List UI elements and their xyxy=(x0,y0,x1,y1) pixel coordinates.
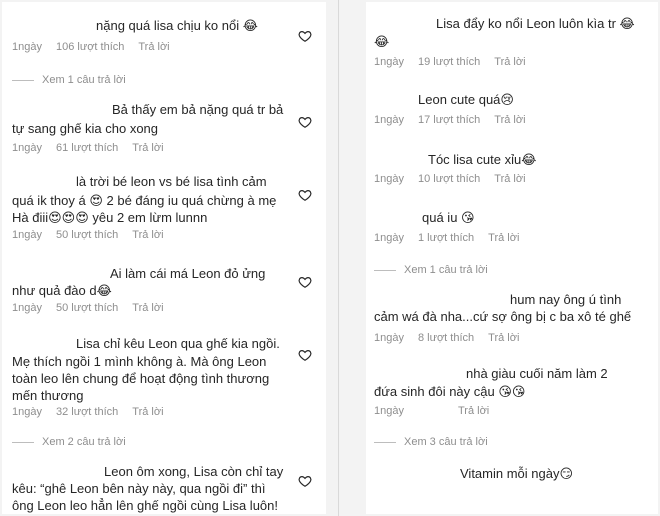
comment-meta: 1ngày 1 lượt thích Trả lời xyxy=(374,232,533,244)
comment-meta: 1ngày 106 lượt thích Trả lời xyxy=(12,41,184,53)
comment-time: 1ngày xyxy=(12,142,42,154)
comment-text: Lisa đẩy ko nổi Leon luôn kìa tr 😂 xyxy=(436,16,635,31)
like-count[interactable]: 10 lượt thích xyxy=(418,173,480,185)
view-replies-button[interactable]: Xem 3 câu trả lời xyxy=(374,436,488,448)
comment-text: Bả thấy em bả nặng quá tr bả xyxy=(112,102,284,117)
reply-button[interactable]: Trả lời xyxy=(132,406,163,418)
reply-button[interactable]: Trả lời xyxy=(132,302,163,314)
reply-button[interactable]: Trả lời xyxy=(138,41,169,53)
comment-meta: 1ngày 32 lượt thích Trả lời xyxy=(12,406,178,418)
panel-divider xyxy=(338,0,339,516)
comment-time: 1ngày xyxy=(12,406,42,418)
heart-icon[interactable] xyxy=(298,275,312,289)
comment-time: 1ngày xyxy=(12,229,42,241)
comment-text: là trời bé leon vs bé lisa tình cảm xyxy=(76,174,267,189)
reply-button[interactable]: Trả lời xyxy=(458,405,489,417)
comment-text: Lisa chỉ kêu Leon qua ghế kia ngồi. xyxy=(76,336,280,351)
like-count[interactable]: 50 lượt thích xyxy=(56,302,118,314)
reply-button[interactable]: Trả lời xyxy=(494,56,525,68)
heart-icon[interactable] xyxy=(298,348,312,362)
comment-meta: 1ngày 10 lượt thích Trả lời xyxy=(374,173,540,185)
comment-meta: 1ngày 17 lượt thích Trả lời xyxy=(374,114,540,126)
comment-text: ông Leon leo hẳn lên ghế ngồi cùng Lisa … xyxy=(12,498,278,513)
reply-button[interactable]: Trả lời xyxy=(488,332,519,344)
comment-meta: 1ngày 8 lượt thích Trả lời xyxy=(374,332,533,344)
reply-button[interactable]: Trả lời xyxy=(494,173,525,185)
reply-button[interactable]: Trả lời xyxy=(132,142,163,154)
comment-time: 1ngày xyxy=(12,302,42,314)
comment-text: nặng quá lisa chịu ko nổi 😂 xyxy=(96,18,258,33)
heart-icon[interactable] xyxy=(298,29,312,43)
comment-time: 1ngày xyxy=(374,173,404,185)
view-replies-button[interactable]: Xem 2 câu trả lời xyxy=(12,436,126,448)
like-count[interactable]: 50 lượt thích xyxy=(56,229,118,241)
right-comment-panel: Lisa đẩy ko nổi Leon luôn kìa tr 😂 😂 1ng… xyxy=(366,2,658,514)
reply-button[interactable]: Trả lời xyxy=(132,229,163,241)
comment-text: đứa sinh đôi này cậu 😘😘 xyxy=(374,384,526,399)
left-comment-panel: nặng quá lisa chịu ko nổi 😂 1ngày 106 lượ… xyxy=(2,2,326,514)
comment-meta: 1ngày 19 lượt thích Trả lời xyxy=(374,56,540,68)
like-count[interactable]: 19 lượt thích xyxy=(418,56,480,68)
comment-text: Vitamin mỗi ngày😏 xyxy=(460,466,574,481)
comment-text: quá iu 😘 xyxy=(422,210,475,225)
comment-text: cảm wá đà nha...cứ sợ ông bị c ba xô té … xyxy=(374,309,632,324)
comment-meta: 1ngày Trả lời xyxy=(374,405,503,417)
comment-meta: 1ngày 61 lượt thích Trả lời xyxy=(12,142,178,154)
comment-text: Hà điii😍😍😍 yêu 2 em lừm lunnn xyxy=(12,210,208,225)
comment-time: 1ngày xyxy=(374,405,404,417)
heart-icon[interactable] xyxy=(298,474,312,488)
comment-time: 1ngày xyxy=(374,232,404,244)
comment-text: như quả đào d😂 xyxy=(12,283,112,298)
reply-button[interactable]: Trả lời xyxy=(488,232,519,244)
comment-text: mến thương xyxy=(12,388,84,403)
view-replies-button[interactable]: Xem 1 câu trả lời xyxy=(12,74,126,86)
like-count[interactable]: 32 lượt thích xyxy=(56,406,118,418)
comment-time: 1ngày xyxy=(374,332,404,344)
like-count[interactable]: 1 lượt thích xyxy=(418,232,474,244)
comment-text: nhà giàu cuối năm làm 2 xyxy=(466,366,608,381)
heart-icon[interactable] xyxy=(298,115,312,129)
heart-icon[interactable] xyxy=(298,188,312,202)
comment-text: tự sang ghế kia cho xong xyxy=(12,121,159,136)
view-replies-button[interactable]: Xem 1 câu trả lời xyxy=(374,264,488,276)
reply-button[interactable]: Trả lời xyxy=(494,114,525,126)
comment-text: Leon cute quá😢 xyxy=(418,92,514,107)
like-count[interactable]: 61 lượt thích xyxy=(56,142,118,154)
like-count[interactable]: 106 lượt thích xyxy=(56,41,124,53)
comment-time: 1ngày xyxy=(374,56,404,68)
like-count[interactable]: 8 lượt thích xyxy=(418,332,474,344)
comment-meta: 1ngày 50 lượt thích Trả lời xyxy=(12,229,178,241)
comment-text: Ai làm cái má Leon đỏ ửng xyxy=(110,266,266,281)
comment-time: 1ngày xyxy=(374,114,404,126)
like-count[interactable]: 17 lượt thích xyxy=(418,114,480,126)
comment-time: 1ngày xyxy=(12,41,42,53)
comment-text: 😂 xyxy=(374,34,390,49)
comment-meta: 1ngày 50 lượt thích Trả lời xyxy=(12,302,178,314)
comment-text: Tóc lisa cute xỉu😂 xyxy=(428,152,537,167)
